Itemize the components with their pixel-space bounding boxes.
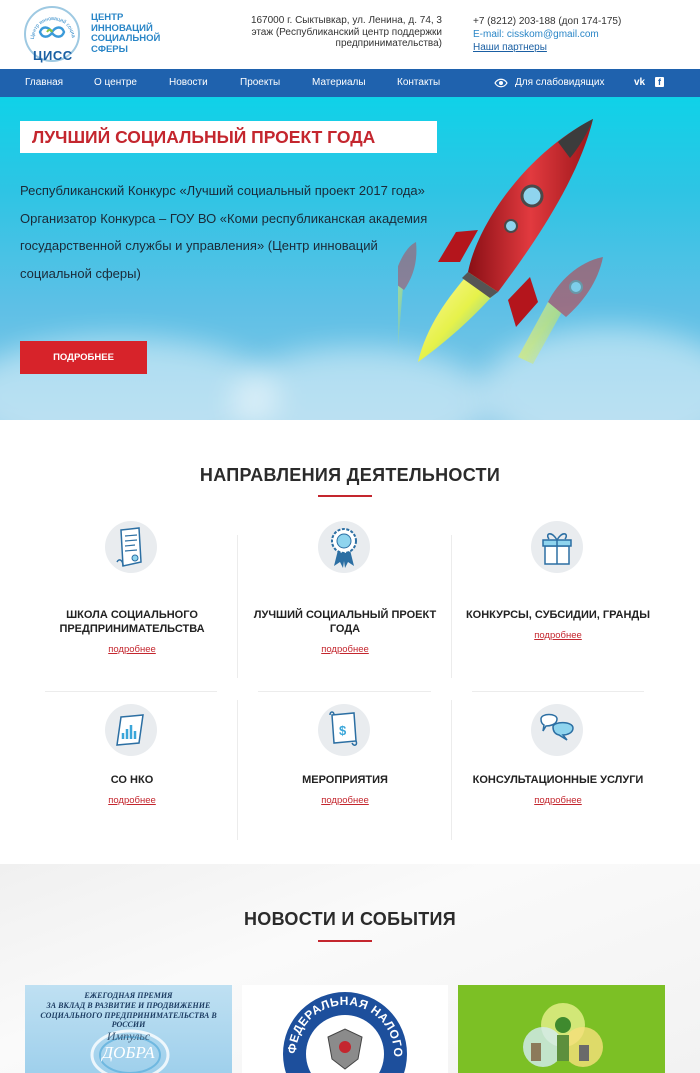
direction-more-link[interactable]: подробнее: [27, 795, 237, 806]
direction-title[interactable]: ЛУЧШИЙ СОЦИАЛЬНЫЙ ПРОЕКТ ГОДА: [240, 608, 450, 636]
email-link[interactable]: E-mail: cisskom@gmail.com: [473, 28, 621, 41]
nav-item-projects[interactable]: Проекты: [240, 69, 280, 97]
award-script-text: ДОБРА: [102, 1043, 155, 1062]
logo-name: ЦЕНТР ИННОВАЦИЙ СОЦИАЛЬНОЙ СФЕРЫ: [91, 12, 171, 55]
svg-text:$: $: [339, 723, 347, 738]
direction-more-link[interactable]: подробнее: [240, 795, 450, 806]
direction-title[interactable]: КОНСУЛЬТАЦИОННЫЕ УСЛУГИ: [453, 773, 663, 787]
logo-abbreviation: ЦИСС: [33, 48, 73, 63]
handshake-icon: [38, 26, 66, 38]
hero-more-button[interactable]: ПОДРОБНЕЕ: [20, 341, 147, 374]
column-divider: [237, 700, 238, 840]
award-script-text: Импульс: [106, 1029, 151, 1043]
column-divider: [451, 535, 452, 678]
hero-text-organizer: Организатор Конкурса – ГОУ ВО «Коми респ…: [20, 210, 428, 281]
facebook-icon[interactable]: f: [655, 77, 664, 87]
partners-link[interactable]: Наши партнеры: [473, 41, 621, 54]
direction-title[interactable]: ШКОЛА СОЦИАЛЬНОГО ПРЕДПРИНИМАТЕЛЬСТВА: [27, 608, 237, 636]
phone-number[interactable]: +7 (8212) 203-188 (доп 174-175): [473, 15, 621, 28]
gift-box-icon[interactable]: [531, 521, 583, 573]
eco-illustration: [523, 1003, 603, 1067]
row-divider: [258, 691, 431, 692]
chat-bubbles-icon[interactable]: [531, 704, 583, 756]
hero-title: ЛУЧШИЙ СОЦИАЛЬНЫЙ ПРОЕКТ ГОДА: [32, 127, 376, 147]
news-card[interactable]: ЕЖЕГОДНАЯ ПРЕМИЯ ЗА ВКЛАД В РАЗВИТИЕ И П…: [25, 985, 232, 1073]
award-text-line: ЕЖЕГОДНАЯ ПРЕМИЯ: [84, 991, 173, 1000]
site-logo[interactable]: Центр инноваций социальной сферы ЦИСС ЦЕ…: [24, 6, 164, 64]
hero-title-box: ЛУЧШИЙ СОЦИАЛЬНЫЙ ПРОЕКТ ГОДА: [20, 121, 437, 153]
logo-name-line: СОЦИАЛЬНОЙ: [91, 33, 161, 44]
scroll-icon[interactable]: [105, 521, 157, 573]
direction-more-link[interactable]: подробнее: [240, 644, 450, 655]
header-contacts: +7 (8212) 203-188 (доп 174-175) E-mail: …: [473, 15, 621, 54]
title-underline: [318, 495, 372, 497]
chart-document-icon[interactable]: [105, 704, 157, 756]
column-divider: [237, 535, 238, 678]
site-header: Центр инноваций социальной сферы ЦИСС ЦЕ…: [0, 0, 700, 69]
eye-icon[interactable]: [494, 78, 508, 88]
row-divider: [45, 691, 217, 692]
direction-more-link[interactable]: подробнее: [27, 644, 237, 655]
tax-service-seal: ФЕДЕРАЛЬНАЯ НАЛОГОВАЯ СЛУЖБА: [280, 989, 407, 1073]
hero-text-contest: Республиканский Конкурс «Лучший социальн…: [20, 183, 425, 198]
nav-item-materials[interactable]: Материалы: [312, 69, 366, 97]
directions-title: НАПРАВЛЕНИЯ ДЕЯТЕЛЬНОСТИ: [199, 465, 501, 485]
direction-title[interactable]: МЕРОПРИЯТИЯ: [240, 773, 450, 787]
vk-icon[interactable]: vk: [634, 77, 645, 88]
nav-item-contacts[interactable]: Контакты: [397, 69, 440, 97]
award-text-line: ЗА ВКЛАД В РАЗВИТИЕ И ПРОДВИЖЕНИЕ: [46, 1001, 211, 1010]
news-card[interactable]: [458, 985, 665, 1073]
calendar-scroll-icon[interactable]: $: [318, 704, 370, 756]
header-address: 167000 г. Сыктывкар, ул. Ленина, д. 74, …: [250, 15, 442, 49]
award-rosette-icon[interactable]: [318, 521, 370, 573]
nav-item-home[interactable]: Главная: [25, 69, 63, 97]
column-divider: [451, 700, 452, 840]
direction-more-link[interactable]: подробнее: [453, 795, 663, 806]
hero-description: Республиканский Конкурс «Лучший социальн…: [20, 177, 440, 287]
title-underline: [318, 940, 372, 942]
nav-item-about[interactable]: О центре: [94, 69, 137, 97]
main-nav: Главная О центре Новости Проекты Материа…: [0, 69, 700, 97]
news-section: НОВОСТИ И СОБЫТИЯ ЕЖЕГОДНАЯ ПРЕМИЯ ЗА ВК…: [0, 864, 700, 1073]
row-divider: [472, 691, 644, 692]
news-card[interactable]: ФЕДЕРАЛЬНАЯ НАЛОГОВАЯ СЛУЖБА: [242, 985, 448, 1073]
logo-name-line: СФЕРЫ: [91, 43, 128, 55]
direction-more-link[interactable]: подробнее: [453, 630, 663, 641]
nav-item-news[interactable]: Новости: [169, 69, 208, 97]
direction-title[interactable]: СО НКО: [27, 773, 237, 787]
accessibility-link[interactable]: Для слабовидящих: [515, 69, 604, 97]
logo-name-line: ЦЕНТР: [91, 12, 124, 23]
direction-title[interactable]: КОНКУРСЫ, СУБСИДИИ, ГРАНДЫ: [453, 608, 663, 622]
hero-banner: ЛУЧШИЙ СОЦИАЛЬНЫЙ ПРОЕКТ ГОДА Республика…: [0, 97, 700, 420]
news-title: НОВОСТИ И СОБЫТИЯ: [243, 909, 457, 929]
